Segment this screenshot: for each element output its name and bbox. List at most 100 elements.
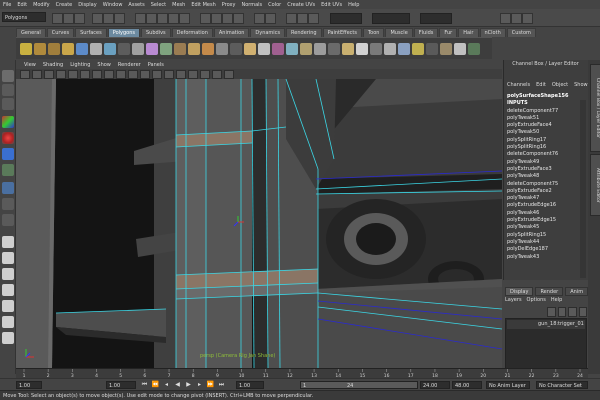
film-gate-icon[interactable] — [68, 69, 78, 79]
shelf-tool-icon[interactable] — [132, 42, 144, 55]
input-field[interactable] — [372, 13, 410, 24]
input-node[interactable]: polyTweak49 — [507, 159, 587, 166]
shelf-tool-icon[interactable] — [356, 42, 368, 55]
gate-mask-icon[interactable] — [92, 69, 102, 79]
shape-node-name[interactable]: polySurfaceShape156 — [507, 93, 587, 100]
menu-item-create-uvs[interactable]: Create UVs — [287, 2, 315, 8]
shelf-tool-icon[interactable] — [62, 42, 74, 55]
range-slider-handle[interactable]: 1 24 — [300, 381, 418, 389]
input-node[interactable]: deleteComponent77 — [507, 108, 587, 115]
wireframe-on-shaded-icon[interactable] — [164, 69, 174, 79]
shelf-tab-ncloth[interactable]: nCloth — [479, 28, 506, 37]
panel-menu-lighting[interactable]: Lighting — [70, 62, 90, 68]
menu-item-edit-mesh[interactable]: Edit Mesh — [191, 2, 215, 8]
shelf-tool-icon[interactable] — [286, 42, 298, 55]
shelf-tool-icon[interactable] — [76, 42, 88, 55]
render-frame-icon[interactable] — [286, 13, 297, 24]
shelf-tool-icon[interactable] — [146, 42, 158, 55]
isolate-select-icon[interactable] — [224, 69, 234, 79]
menu-item-file[interactable]: File — [3, 2, 11, 8]
input-node[interactable]: polyTweak46 — [507, 210, 587, 217]
save-scene-icon[interactable] — [74, 13, 85, 24]
move-tool-icon[interactable] — [2, 116, 14, 128]
start-time-field[interactable]: 1.00 — [16, 381, 42, 389]
input-node[interactable]: polyTweak43 — [507, 254, 587, 261]
snap-curve-icon[interactable] — [211, 13, 222, 24]
side-tab-attribute-editor[interactable]: Attribute Editor — [590, 154, 600, 216]
shelf-tool-icon[interactable] — [230, 42, 242, 55]
open-scene-icon[interactable] — [63, 13, 74, 24]
ipr-render-icon[interactable] — [297, 13, 308, 24]
input-node[interactable]: polyTweak48 — [507, 173, 587, 180]
shelf-tab-dynamics[interactable]: Dynamics — [250, 28, 286, 37]
last-tool-icon[interactable] — [2, 214, 14, 226]
image-plane-icon[interactable] — [44, 69, 54, 79]
input-node[interactable]: polyTweak44 — [507, 239, 587, 246]
outliner-layout-icon[interactable] — [2, 316, 14, 328]
input-node[interactable]: polyExtrudeFace2 — [507, 188, 587, 195]
soft-mod-icon[interactable] — [2, 182, 14, 194]
menu-item-assets[interactable]: Assets — [128, 2, 144, 8]
shelf-tool-icon[interactable] — [314, 42, 326, 55]
side-tab-channel-box[interactable]: Channel Box / Layer Editor — [590, 64, 600, 152]
go-to-start-icon[interactable]: ⏮ — [140, 381, 149, 389]
input-node[interactable]: polySplitRing16 — [507, 144, 587, 151]
shelf-tool-icon[interactable] — [174, 42, 186, 55]
select-component-icon[interactable] — [114, 13, 125, 24]
input-node[interactable]: polySplitRing15 — [507, 232, 587, 239]
toggle-attribute-editor-icon[interactable] — [500, 13, 511, 24]
shelf-tool-icon[interactable] — [34, 42, 46, 55]
field-chart-icon[interactable] — [104, 69, 114, 79]
channel-box-menu-edit[interactable]: Edit — [536, 82, 546, 88]
range-start-field[interactable]: 1.00 — [236, 381, 264, 389]
shelf-tool-icon[interactable] — [188, 42, 200, 55]
show-manip-icon[interactable] — [2, 198, 14, 210]
menu-item-edit-uvs[interactable]: Edit UVs — [321, 2, 342, 8]
persp-outliner-layout-icon[interactable] — [2, 268, 14, 280]
pick-mask-icon[interactable] — [179, 13, 190, 24]
rotate-tool-icon[interactable] — [2, 132, 14, 144]
step-forward-key-icon[interactable]: ▸ — [195, 381, 204, 389]
menu-item-window[interactable]: Window — [103, 2, 123, 8]
input-node[interactable]: polyExtrudeFace3 — [507, 166, 587, 173]
shelf-tool-icon[interactable] — [412, 42, 424, 55]
input-node[interactable]: polyTweak45 — [507, 224, 587, 231]
shelf-tool-icon[interactable] — [342, 42, 354, 55]
shelf-tool-icon[interactable] — [48, 42, 60, 55]
channel-box-menu-channels[interactable]: Channels — [507, 82, 530, 88]
shelf-tool-icon[interactable] — [258, 42, 270, 55]
input-node[interactable]: polyExtrudeEdge16 — [507, 202, 587, 209]
pick-mask-icon[interactable] — [135, 13, 146, 24]
menu-item-modify[interactable]: Modify — [33, 2, 50, 8]
input-node[interactable]: polyExtrudeEdge15 — [507, 217, 587, 224]
play-backwards-icon[interactable]: ◀ — [173, 381, 182, 389]
shelf-tab-fluids[interactable]: Fluids — [413, 28, 439, 37]
universal-manip-icon[interactable] — [2, 164, 14, 176]
scale-tool-icon[interactable] — [2, 148, 14, 160]
shelf-tool-icon[interactable] — [90, 42, 102, 55]
textured-icon[interactable] — [176, 69, 186, 79]
anim-layer-selector[interactable]: No Anim Layer — [486, 381, 530, 389]
shelf-tab-polygons[interactable]: Polygons — [107, 28, 140, 37]
smooth-shade-icon[interactable] — [152, 69, 162, 79]
input-node[interactable]: deleteComponent76 — [507, 151, 587, 158]
persp-graph-layout-icon[interactable] — [2, 284, 14, 296]
perspective-viewport[interactable] — [16, 79, 502, 368]
camera-attributes-icon[interactable] — [20, 69, 30, 79]
menu-item-help[interactable]: Help — [348, 2, 359, 8]
input-node[interactable]: polyTweak51 — [507, 115, 587, 122]
input-field[interactable] — [330, 13, 362, 24]
menu-item-normals[interactable]: Normals — [241, 2, 262, 8]
menu-item-proxy[interactable]: Proxy — [222, 2, 236, 8]
menu-item-edit[interactable]: Edit — [17, 2, 27, 8]
menu-item-color[interactable]: Color — [268, 2, 281, 8]
shelf-tab-hair[interactable]: Hair — [458, 28, 479, 37]
input-node[interactable]: deleteComponent75 — [507, 181, 587, 188]
channel-box-menu-show[interactable]: Show — [574, 82, 588, 88]
shelf-tab-custom[interactable]: Custom — [506, 28, 536, 37]
shelf-tool-icon[interactable] — [202, 42, 214, 55]
safe-action-icon[interactable] — [116, 69, 126, 79]
menu-set-selector[interactable]: Polygons — [2, 12, 46, 22]
resolution-gate-icon[interactable] — [80, 69, 90, 79]
layer-menu-help[interactable]: Help — [551, 297, 562, 305]
